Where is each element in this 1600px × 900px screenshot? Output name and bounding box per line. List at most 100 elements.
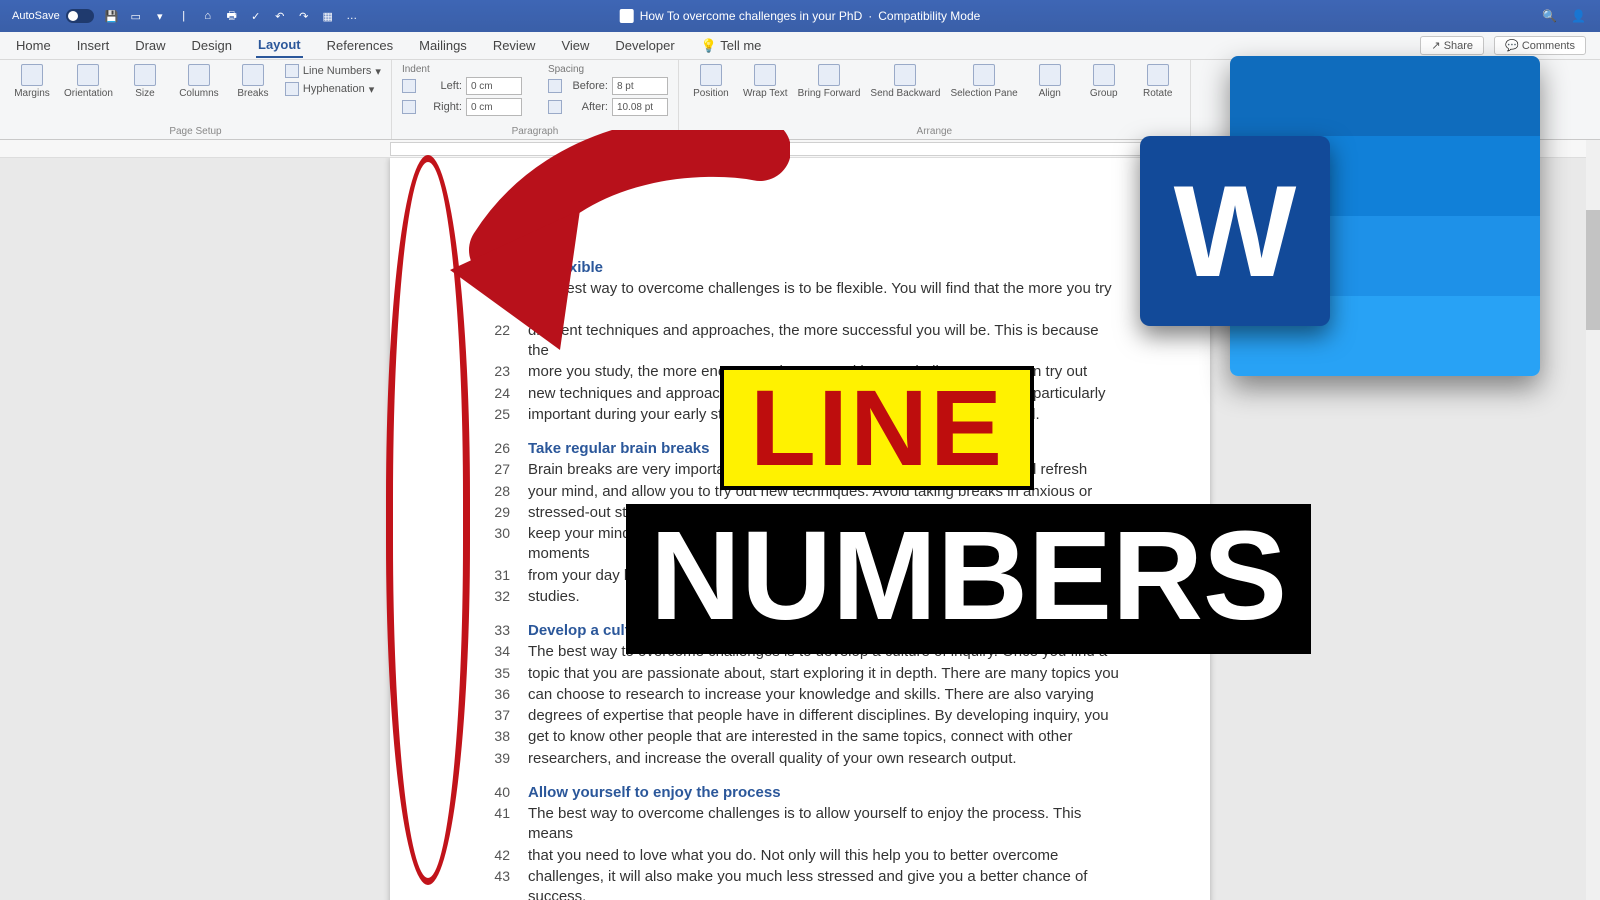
line-number: 20 bbox=[480, 258, 510, 278]
columns-button[interactable]: Columns bbox=[177, 64, 221, 99]
document-line: 35 topic that you are passionate about, s… bbox=[480, 664, 1120, 684]
line-number: 39 bbox=[480, 749, 510, 769]
bring-forward-icon bbox=[818, 64, 840, 86]
tab-review[interactable]: Review bbox=[491, 34, 538, 57]
autosave-toggle[interactable]: AutoSave bbox=[12, 9, 94, 23]
new-icon[interactable]: ▭ bbox=[128, 8, 144, 24]
document-line: 37 degrees of expertise that people have … bbox=[480, 706, 1120, 726]
document-line: 38 get to know other people that are inte… bbox=[480, 727, 1120, 747]
vertical-scrollbar[interactable] bbox=[1586, 140, 1600, 900]
paragraph-text[interactable]: degrees of expertise that people have in… bbox=[528, 706, 1120, 726]
hyphenation-button[interactable]: Hyphenation ▾ bbox=[285, 82, 381, 96]
align-icon bbox=[1039, 64, 1061, 86]
document-line bbox=[480, 770, 1120, 782]
send-backward-icon bbox=[894, 64, 916, 86]
paragraph-text[interactable]: challenges, it will also make you much l… bbox=[528, 867, 1120, 900]
tab-developer[interactable]: Developer bbox=[613, 34, 676, 57]
paragraph-text[interactable]: different techniques and approaches, the… bbox=[528, 321, 1120, 362]
account-icon[interactable]: 👤 bbox=[1571, 9, 1586, 23]
indent-right-label: Right: bbox=[420, 101, 462, 113]
bring-forward-button[interactable]: Bring Forward bbox=[798, 64, 861, 99]
rotate-button[interactable]: Rotate bbox=[1136, 64, 1180, 99]
home-icon[interactable]: ⌂ bbox=[200, 8, 216, 24]
share-button[interactable]: ↗ Share bbox=[1420, 36, 1484, 55]
autosave-label: AutoSave bbox=[12, 10, 60, 22]
spacing-after-row: After:10.08 pt bbox=[548, 98, 668, 116]
send-backward-button[interactable]: Send Backward bbox=[870, 64, 940, 99]
doc-mode-text: Compatibility Mode bbox=[878, 9, 980, 23]
tellme-label: Tell me bbox=[720, 38, 761, 53]
margins-label: Margins bbox=[14, 88, 50, 99]
align-button[interactable]: Align bbox=[1028, 64, 1072, 99]
line-number bbox=[480, 426, 510, 438]
align-label: Align bbox=[1039, 88, 1061, 99]
page-setup-group-label: Page Setup bbox=[10, 126, 381, 137]
undo-icon[interactable]: ↶ bbox=[272, 8, 288, 24]
paragraph-text[interactable] bbox=[528, 770, 1120, 782]
tab-design[interactable]: Design bbox=[190, 34, 234, 57]
search-icon[interactable]: 🔍 bbox=[1542, 9, 1557, 23]
hyphenation-icon bbox=[285, 82, 299, 96]
line-number: 38 bbox=[480, 727, 510, 747]
line-number: 23 bbox=[480, 362, 510, 382]
group-paragraph: Indent Left:0 cm Right:0 cm Spacing Befo… bbox=[392, 60, 679, 139]
position-button[interactable]: Position bbox=[689, 64, 733, 99]
line-number: 35 bbox=[480, 664, 510, 684]
open-icon[interactable]: ▾ bbox=[152, 8, 168, 24]
wrap-label: Wrap Text bbox=[743, 88, 788, 99]
group-label: Group bbox=[1090, 88, 1118, 99]
paragraph-heading[interactable]: Allow yourself to enjoy the process bbox=[528, 783, 1120, 803]
spacing-after-icon bbox=[548, 100, 562, 114]
more-icon[interactable]: … bbox=[344, 8, 360, 24]
indent-left-input[interactable]: 0 cm bbox=[466, 77, 522, 95]
paragraph-text[interactable]: can choose to research to increase your … bbox=[528, 685, 1120, 705]
breaks-button[interactable]: Breaks bbox=[231, 64, 275, 99]
redo-icon[interactable]: ↷ bbox=[296, 8, 312, 24]
print-icon[interactable]: 🖶 bbox=[224, 8, 240, 24]
paragraph-text[interactable]: get to know other people that are intere… bbox=[528, 727, 1120, 747]
tab-draw[interactable]: Draw bbox=[133, 34, 167, 57]
margins-button[interactable]: Margins bbox=[10, 64, 54, 99]
indent-right-input[interactable]: 0 cm bbox=[466, 98, 522, 116]
tab-tellme[interactable]: 💡 Tell me bbox=[699, 34, 764, 58]
line-number: 40 bbox=[480, 783, 510, 803]
tab-view[interactable]: View bbox=[559, 34, 591, 57]
tab-references[interactable]: References bbox=[325, 34, 395, 57]
scrollbar-thumb[interactable] bbox=[1586, 210, 1600, 330]
size-button[interactable]: Size bbox=[123, 64, 167, 99]
line-numbers-label: Line Numbers bbox=[303, 65, 371, 77]
selection-pane-button[interactable]: Selection Pane bbox=[950, 64, 1017, 99]
tab-home[interactable]: Home bbox=[14, 34, 53, 57]
spelling-icon[interactable]: ✓ bbox=[248, 8, 264, 24]
orientation-icon bbox=[77, 64, 99, 86]
comments-button[interactable]: 💬 Comments bbox=[1494, 36, 1586, 55]
spacing-before-row: Before:8 pt bbox=[548, 77, 668, 95]
annotation-label-line: LINE bbox=[720, 366, 1034, 490]
selection-pane-icon bbox=[973, 64, 995, 86]
paragraph-text[interactable]: topic that you are passionate about, sta… bbox=[528, 664, 1120, 684]
table-icon[interactable]: ▦ bbox=[320, 8, 336, 24]
line-number: 26 bbox=[480, 439, 510, 459]
save-icon[interactable]: 💾 bbox=[104, 8, 120, 24]
line-number: 37 bbox=[480, 706, 510, 726]
paragraph-text[interactable]: that you need to love what you do. Not o… bbox=[528, 846, 1120, 866]
line-number: 25 bbox=[480, 405, 510, 425]
toggle-icon bbox=[66, 9, 94, 23]
paragraph-heading[interactable]: Be flexible bbox=[528, 258, 1120, 278]
tab-mailings[interactable]: Mailings bbox=[417, 34, 469, 57]
document-line: 42that you need to love what you do. Not… bbox=[480, 846, 1120, 866]
paragraph-text[interactable]: The best way to overcome challenges is t… bbox=[528, 804, 1120, 845]
tab-insert[interactable]: Insert bbox=[75, 34, 112, 57]
wrap-text-button[interactable]: Wrap Text bbox=[743, 64, 788, 99]
paragraph-text[interactable]: researchers, and increase the overall qu… bbox=[528, 749, 1120, 769]
spacing-after-input[interactable]: 10.08 pt bbox=[612, 98, 668, 116]
group-button[interactable]: Group bbox=[1082, 64, 1126, 99]
spacing-before-input[interactable]: 8 pt bbox=[612, 77, 668, 95]
orientation-button[interactable]: Orientation bbox=[64, 64, 113, 99]
line-numbers-button[interactable]: Line Numbers ▾ bbox=[285, 64, 381, 78]
paragraph-text[interactable]: The best way to overcome challenges is t… bbox=[528, 279, 1120, 320]
tab-layout[interactable]: Layout bbox=[256, 33, 303, 58]
selection-pane-label: Selection Pane bbox=[950, 88, 1017, 99]
bring-forward-label: Bring Forward bbox=[798, 88, 861, 99]
document-line: 41The best way to overcome challenges is… bbox=[480, 804, 1120, 845]
